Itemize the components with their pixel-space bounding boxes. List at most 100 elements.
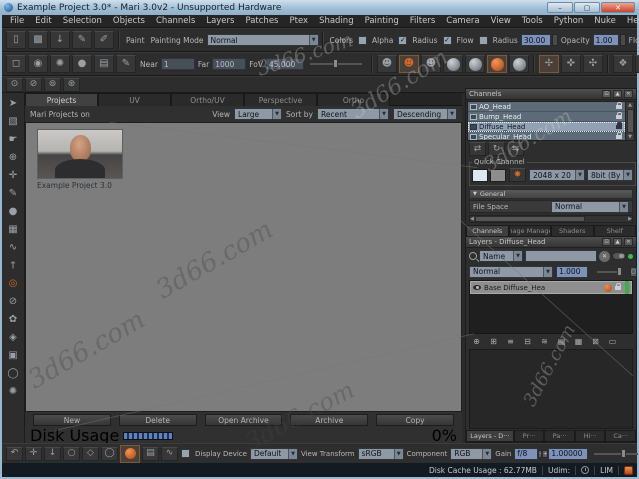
gradient-tool-icon[interactable]: ✺ bbox=[4, 383, 22, 400]
paint-buffer-icon[interactable]: ⊚ bbox=[44, 78, 61, 92]
geometry-icon[interactable]: ◻ bbox=[6, 55, 26, 73]
tab-canvas[interactable]: Ca··· bbox=[605, 430, 636, 442]
lock-icon[interactable] bbox=[616, 115, 622, 119]
marquee-select-tool-icon[interactable]: ▧ bbox=[4, 113, 22, 130]
project-thumbnail[interactable] bbox=[37, 129, 123, 179]
flatten-icon[interactable]: ▭ bbox=[605, 336, 620, 348]
palette-dock-icon[interactable]: ⊡ bbox=[602, 238, 611, 246]
create-channel-icon[interactable]: ✸ bbox=[509, 168, 526, 182]
snapshot-icon[interactable]: ▤ bbox=[142, 447, 159, 461]
shader-ball-icon[interactable]: ● bbox=[72, 55, 92, 73]
opacity-input[interactable]: 1.00 bbox=[593, 34, 619, 46]
menu-item-edit[interactable]: Edit bbox=[35, 16, 51, 26]
tab-layers[interactable]: Layers - D··· bbox=[466, 430, 514, 442]
color-swatch-gray[interactable] bbox=[490, 169, 506, 182]
flat-lighting-icon[interactable] bbox=[443, 55, 463, 73]
mask-tool-icon[interactable]: ⊘ bbox=[4, 293, 22, 310]
layers-search-input[interactable] bbox=[525, 250, 597, 262]
maximize-button[interactable]: ▢ bbox=[574, 2, 600, 13]
layer-row-base-diffuse[interactable]: Base Diffuse_Hea bbox=[470, 281, 632, 294]
tab-image-manager[interactable]: Image Manager bbox=[509, 225, 552, 237]
shaded-sphere-icon[interactable] bbox=[120, 445, 140, 463]
pan-down-icon[interactable]: ↓ bbox=[44, 447, 61, 461]
lock-icon[interactable] bbox=[616, 105, 622, 109]
painting-mode-select[interactable]: Normal bbox=[207, 34, 319, 46]
color-swatch-white[interactable] bbox=[472, 169, 488, 182]
menu-item-nuke[interactable]: Nuke bbox=[594, 16, 616, 26]
ellipse-tool-icon[interactable]: ◯ bbox=[4, 365, 22, 382]
rotate-view-icon[interactable]: ○ bbox=[63, 447, 80, 461]
menu-item-file[interactable]: File bbox=[10, 16, 24, 26]
archive-button[interactable]: Archive bbox=[290, 414, 368, 426]
filter-field-select[interactable]: Name bbox=[479, 250, 523, 262]
tab-projects[interactable]: Projects bbox=[25, 93, 98, 106]
channel-depth-select[interactable]: 8bit (By bbox=[587, 169, 633, 181]
radius-checkbox[interactable]: ✓ bbox=[443, 36, 452, 45]
move-view-icon[interactable]: ✛ bbox=[25, 447, 42, 461]
pin-tool-icon[interactable]: † bbox=[4, 257, 22, 274]
gain-fstop-input[interactable]: f/8 bbox=[514, 448, 538, 460]
image-icon[interactable]: ▤ bbox=[94, 55, 114, 73]
radius-input[interactable]: 30.00 bbox=[521, 34, 551, 46]
add-layer-icon[interactable]: ⊕ bbox=[469, 336, 484, 348]
paint-target-tool-icon[interactable]: ◎ bbox=[4, 275, 22, 292]
gain-value-input[interactable]: 1.00000 bbox=[548, 448, 588, 460]
mirror-y-icon[interactable]: ✣ bbox=[583, 55, 603, 73]
delete-button[interactable]: Delete bbox=[119, 414, 197, 426]
sort-select[interactable]: Recent bbox=[317, 108, 389, 120]
close-button[interactable]: ✕ bbox=[601, 2, 635, 13]
undo-view-icon[interactable]: ↶ bbox=[6, 447, 23, 461]
view-transform-select[interactable]: sRGB bbox=[358, 448, 404, 460]
paint-tool-icon[interactable]: ✎ bbox=[4, 185, 22, 202]
orbit-view-icon[interactable]: ◯ bbox=[101, 447, 118, 461]
alpha-checkbox[interactable]: ✓ bbox=[398, 36, 407, 45]
menu-item-view[interactable]: View bbox=[491, 16, 511, 26]
projector-icon[interactable]: ◉ bbox=[28, 55, 48, 73]
basic-lighting-icon[interactable] bbox=[465, 55, 485, 73]
close-project-icon[interactable]: ▩ bbox=[28, 31, 48, 49]
minimize-button[interactable]: – bbox=[547, 2, 573, 13]
blend-mode-select[interactable]: Normal bbox=[469, 266, 553, 278]
palette-collapse-icon[interactable]: ▲ bbox=[613, 238, 622, 246]
warp-tool-icon[interactable]: ▦ bbox=[4, 221, 22, 238]
channel-row-specular-head[interactable]: Specular_Head bbox=[468, 132, 625, 141]
flow-checkbox[interactable] bbox=[479, 36, 488, 45]
import-icon[interactable]: ↓ bbox=[50, 31, 70, 49]
menu-item-objects[interactable]: Objects bbox=[113, 16, 145, 26]
radius-spinner[interactable] bbox=[552, 34, 558, 46]
pen-tool-icon[interactable]: ✎ bbox=[72, 31, 92, 49]
far-input[interactable]: 1000 bbox=[212, 58, 246, 70]
zoom-tool-icon[interactable]: ⊕ bbox=[4, 149, 22, 166]
menu-item-python[interactable]: Python bbox=[554, 16, 583, 26]
opacity-spinner[interactable] bbox=[620, 34, 626, 46]
channel-row-ao-head[interactable]: AO_Head bbox=[468, 102, 625, 112]
layer-visibility-icon[interactable] bbox=[473, 285, 481, 290]
sync-channel-icon[interactable]: ⇄ bbox=[469, 142, 486, 156]
menu-item-ptex[interactable]: Ptex bbox=[289, 16, 308, 26]
tab-ortho-uv[interactable]: Ortho/UV bbox=[171, 93, 244, 106]
delete-layer-icon[interactable]: ⊠ bbox=[588, 336, 603, 348]
file-space-select[interactable]: Normal bbox=[551, 201, 629, 213]
tab-channels[interactable]: Channels bbox=[466, 225, 509, 237]
channels-palette-titlebar[interactable]: Channels ⊡ ▲ ✕ bbox=[466, 89, 636, 100]
select-tool-icon[interactable]: ➤ bbox=[4, 95, 22, 112]
full-lighting-icon[interactable] bbox=[487, 55, 507, 73]
palette-collapse-icon[interactable]: ▲ bbox=[613, 90, 622, 98]
channel-row-bump-head[interactable]: Bump_Head bbox=[468, 112, 625, 122]
layer-opacity-slider[interactable] bbox=[597, 271, 621, 273]
tab-projectors[interactable]: Pr··· bbox=[514, 430, 545, 442]
tab-perspective[interactable]: Perspective bbox=[244, 93, 317, 106]
tab-shelf[interactable]: Shelf bbox=[594, 225, 637, 237]
gain-slider[interactable] bbox=[594, 453, 638, 455]
display-device-select[interactable]: Default bbox=[250, 448, 298, 460]
lock-icon[interactable] bbox=[616, 135, 622, 139]
color-curve-icon[interactable]: ∿ bbox=[161, 447, 178, 461]
layer-lock-icon[interactable] bbox=[615, 286, 621, 290]
eraser-tool-icon[interactable]: ✿ bbox=[4, 311, 22, 328]
near-input[interactable]: 1 bbox=[161, 58, 195, 70]
fov-input[interactable]: 45.000 bbox=[266, 58, 304, 70]
menu-item-selection[interactable]: Selection bbox=[63, 16, 102, 26]
lock-icon[interactable] bbox=[616, 125, 622, 129]
component-select[interactable]: RGB bbox=[450, 448, 492, 460]
head-wireframe-icon[interactable]: ☻ bbox=[421, 55, 441, 73]
